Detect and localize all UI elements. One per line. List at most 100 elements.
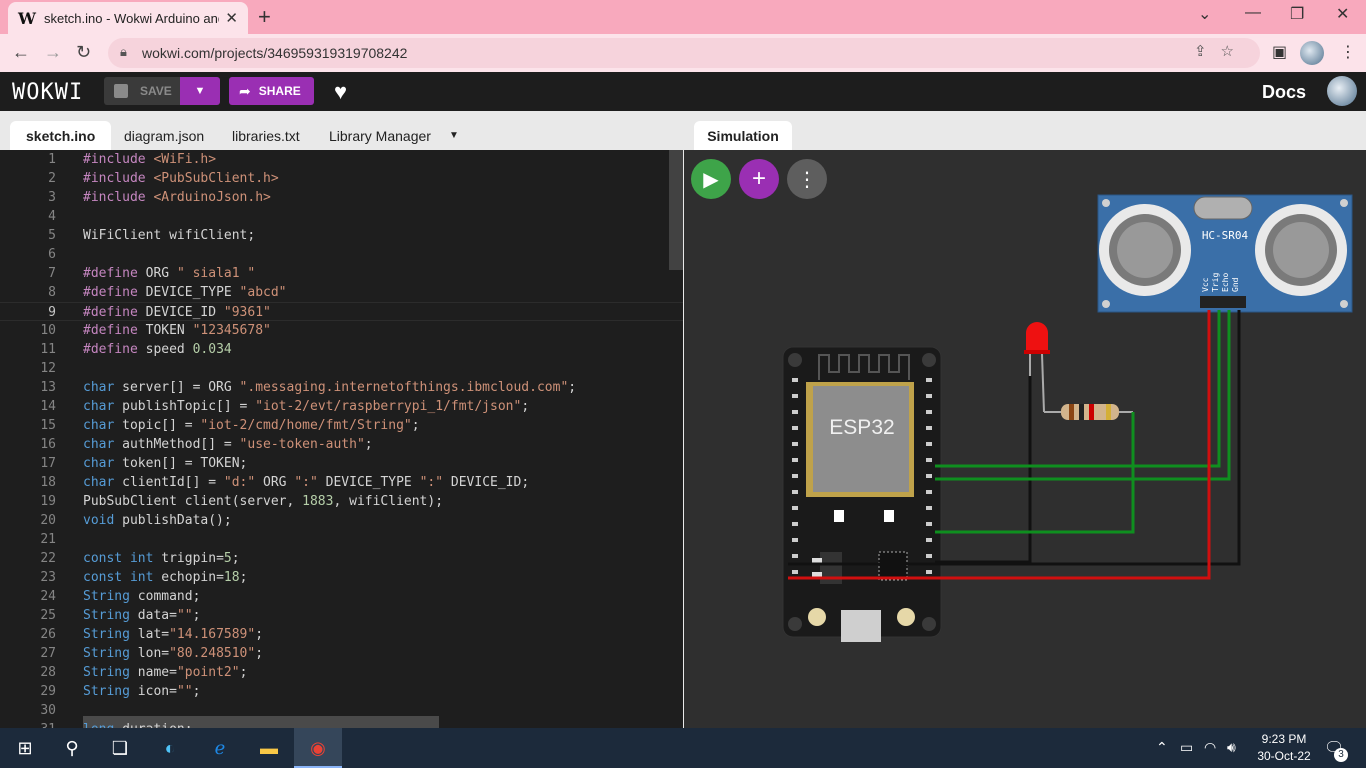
code-line[interactable]: 14 char publishTopic[] = "iot-2/evt/raspb… [0, 397, 683, 416]
line-number: 31 [0, 720, 56, 728]
code-line[interactable]: 2 #include <PubSubClient.h> [0, 169, 683, 188]
forward-arrow-icon[interactable]: → [44, 42, 62, 63]
line-number: 22 [40, 551, 56, 566]
code-line[interactable]: 30 [0, 701, 683, 720]
pin-echo-label: Echo [1221, 273, 1230, 292]
line-number: 20 [40, 513, 56, 528]
line-number: 29 [40, 684, 56, 699]
line-number: 24 [40, 589, 56, 604]
battery-icon[interactable]: ▭ [1180, 739, 1193, 756]
volume-icon[interactable]: 🔊︎ [1227, 739, 1236, 756]
esp32-board[interactable]: ESP32 [782, 346, 942, 642]
editor-tabs: sketch.ino diagram.json libraries.txt Li… [0, 111, 683, 150]
close-tab-icon[interactable]: ✕ [225, 9, 238, 27]
line-number: 8 [48, 285, 56, 300]
hc-sr04-sensor[interactable]: HC-SR04 Vcc Trig Echo Gnd [1097, 194, 1353, 313]
code-line[interactable]: 22 const int trigpin=5; [0, 549, 683, 568]
red-led[interactable] [1024, 322, 1050, 413]
save-button[interactable]: SAVE [104, 77, 180, 105]
tab-simulation[interactable]: Simulation [694, 121, 792, 150]
sidebar-toggle-icon[interactable]: ▣ [1272, 42, 1287, 62]
code-line[interactable]: 17 char token[] = TOKEN; [0, 454, 683, 473]
reload-icon[interactable]: ↻ [76, 42, 91, 63]
code-line[interactable]: 12 [0, 359, 683, 378]
line-number: 2 [48, 171, 56, 186]
code-line[interactable]: 11 #define speed 0.034 [0, 340, 683, 359]
code-line[interactable]: 4 [0, 207, 683, 226]
url-text: wokwi.com/projects/346959319319708242 [142, 45, 408, 61]
save-icon [114, 84, 128, 98]
code-line[interactable]: 19 PubSubClient client(server, 1883, wifi… [0, 492, 683, 511]
tabs-dropdown-icon[interactable]: ▼ [449, 130, 459, 141]
code-line[interactable]: 16 char authMethod[] = "use-token-auth"; [0, 435, 683, 454]
edge-icon[interactable]: ◐ [157, 736, 183, 760]
chevron-down-icon: ▼ [194, 85, 206, 97]
sensor-label: HC-SR04 [1202, 229, 1249, 242]
resistor[interactable] [1044, 404, 1133, 420]
save-dropdown-button[interactable]: ▼ [180, 77, 220, 105]
notification-count-badge: 3 [1334, 748, 1348, 762]
code-line[interactable]: 15 char topic[] = "iot-2/cmd/home/fmt/Str… [0, 416, 683, 435]
code-line[interactable]: 1 #include <WiFi.h> [0, 150, 683, 169]
browser-tab[interactable]: W sketch.ino - Wokwi Arduino and E ✕ [8, 2, 248, 34]
tab-search-icon[interactable]: ⌄ [1198, 4, 1211, 24]
line-number: 28 [40, 665, 56, 680]
code-line[interactable]: 23 const int echopin=18; [0, 568, 683, 587]
code-line[interactable]: 31long duration; [0, 720, 683, 728]
esp32-label: ESP32 [829, 416, 894, 439]
wifi-icon[interactable]: ◠ [1204, 739, 1216, 756]
code-line[interactable]: 25 String data=""; [0, 606, 683, 625]
file-explorer-icon[interactable]: ▬ [256, 736, 282, 760]
new-tab-icon[interactable]: + [258, 4, 271, 30]
code-line[interactable]: 29 String icon=""; [0, 682, 683, 701]
line-number: 25 [40, 608, 56, 623]
line-number: 11 [40, 342, 56, 357]
chrome-icon[interactable]: ◉ [305, 736, 331, 760]
simulation-canvas[interactable]: ▶ + ⋮ ESP32 HC-SR04 Vcc Trig Echo Gnd [684, 150, 1366, 728]
code-line[interactable]: 20 void publishData(); [0, 511, 683, 530]
share-button[interactable]: ➦ SHARE [229, 77, 314, 105]
line-number: 15 [40, 418, 56, 433]
code-line[interactable]: 7 #define ORG " siala1 " [0, 264, 683, 283]
code-line[interactable]: 13 char server[] = ORG ".messaging.intern… [0, 378, 683, 397]
heart-icon[interactable]: ♥ [334, 79, 347, 105]
address-bar-row: ← → ↻ 🔒︎ wokwi.com/projects/346959319319… [0, 34, 1366, 72]
code-line[interactable]: 28 String name="point2"; [0, 663, 683, 682]
restore-icon[interactable]: ❐ [1290, 4, 1304, 24]
tab-diagram-json[interactable]: diagram.json [108, 121, 220, 150]
code-line[interactable]: 6 [0, 245, 683, 264]
code-line[interactable]: 18 char clientId[] = "d:" ORG ":" DEVICE_… [0, 473, 683, 492]
wokwi-header: WOKWI SAVE ▼ ➦ SHARE ♥ Docs [0, 72, 1366, 111]
code-line[interactable]: 3 #include <ArduinoJson.h> [0, 188, 683, 207]
internet-explorer-icon[interactable]: ℯ [207, 736, 233, 760]
show-hidden-icons-icon[interactable]: ⌃ [1156, 739, 1168, 756]
line-number: 21 [40, 532, 56, 547]
docs-link[interactable]: Docs [1262, 82, 1306, 103]
close-window-icon[interactable]: ✕ [1336, 4, 1349, 24]
minimize-icon[interactable]: — [1245, 4, 1261, 22]
task-view-icon[interactable]: ❏ [107, 736, 133, 760]
code-line[interactable]: 24 String command; [0, 587, 683, 606]
code-line[interactable]: 21 [0, 530, 683, 549]
tab-library-manager[interactable]: Library Manager ▼ [313, 121, 475, 150]
user-avatar[interactable] [1327, 76, 1357, 106]
tab-libraries-txt[interactable]: libraries.txt [216, 121, 316, 150]
wokwi-logo[interactable]: WOKWI [12, 80, 83, 105]
share-page-and-bookmark-icons[interactable]: ⇪☆ [1194, 42, 1248, 60]
code-line[interactable]: 5 WiFiClient wifiClient; [0, 226, 683, 245]
code-line[interactable]: 27 String lon="80.248510"; [0, 644, 683, 663]
browser-profile-avatar[interactable] [1300, 41, 1324, 65]
windows-start-icon[interactable]: ⊞ [12, 736, 38, 760]
search-icon[interactable]: ⚲ [59, 736, 85, 760]
code-line[interactable]: 9 #define DEVICE_ID "9361" [0, 302, 683, 321]
url-field[interactable]: 🔒︎ wokwi.com/projects/346959319319708242… [108, 38, 1260, 68]
code-editor[interactable]: 1 #include <WiFi.h> 2 #include <PubSubClien… [0, 150, 683, 728]
code-line[interactable]: 8 #define DEVICE_TYPE "abcd" [0, 283, 683, 302]
code-line[interactable]: 10 #define TOKEN "12345678" [0, 321, 683, 340]
chrome-menu-icon[interactable]: ⋮ [1340, 42, 1356, 62]
tab-sketch-ino[interactable]: sketch.ino [10, 121, 112, 150]
back-arrow-icon[interactable]: ← [12, 42, 30, 63]
system-clock[interactable]: 9:23 PM 30-Oct-22 [1252, 731, 1316, 765]
code-line[interactable]: 26 String lat="14.167589"; [0, 625, 683, 644]
line-number: 10 [40, 323, 56, 338]
